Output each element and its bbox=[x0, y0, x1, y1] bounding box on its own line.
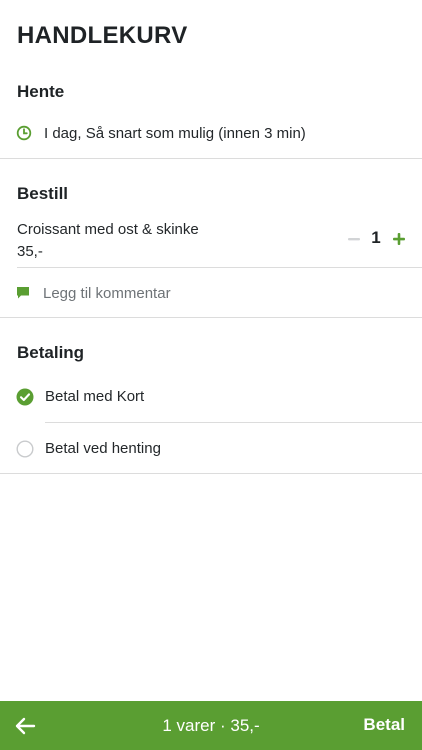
divider bbox=[0, 317, 422, 318]
payment-heading: Betaling bbox=[17, 343, 85, 362]
comment-icon bbox=[17, 287, 29, 299]
decrease-quantity-button[interactable] bbox=[346, 231, 362, 247]
cart-summary: 1 varer · 35,- bbox=[162, 716, 260, 735]
pickup-heading: Hente bbox=[17, 82, 65, 101]
add-comment-placeholder: Legg til kommentar bbox=[43, 285, 171, 302]
back-button[interactable] bbox=[14, 716, 36, 736]
radio-empty-icon bbox=[16, 440, 34, 458]
divider bbox=[45, 422, 422, 423]
pay-button[interactable]: Betal bbox=[363, 715, 405, 735]
item-quantity: 1 bbox=[371, 228, 381, 247]
item-price: 35,- bbox=[17, 243, 43, 260]
payment-option-pickup-label: Betal ved henting bbox=[45, 440, 161, 457]
pickup-time-text: I dag, Så snart som mulig (innen 3 min) bbox=[44, 125, 306, 142]
arrow-left-icon bbox=[15, 717, 36, 735]
payment-option-card-label: Betal med Kort bbox=[45, 388, 145, 405]
divider bbox=[0, 473, 422, 474]
page-title: HANDLEKURV bbox=[17, 22, 188, 49]
checkout-bar: 1 varer · 35,- Betal bbox=[0, 701, 422, 750]
order-heading: Bestill bbox=[17, 184, 69, 203]
clock-icon bbox=[16, 125, 32, 141]
increase-quantity-button[interactable] bbox=[391, 231, 407, 247]
item-name: Croissant med ost & skinke bbox=[17, 221, 199, 238]
divider bbox=[0, 158, 422, 159]
check-circle-icon bbox=[16, 388, 34, 406]
divider bbox=[17, 267, 422, 268]
